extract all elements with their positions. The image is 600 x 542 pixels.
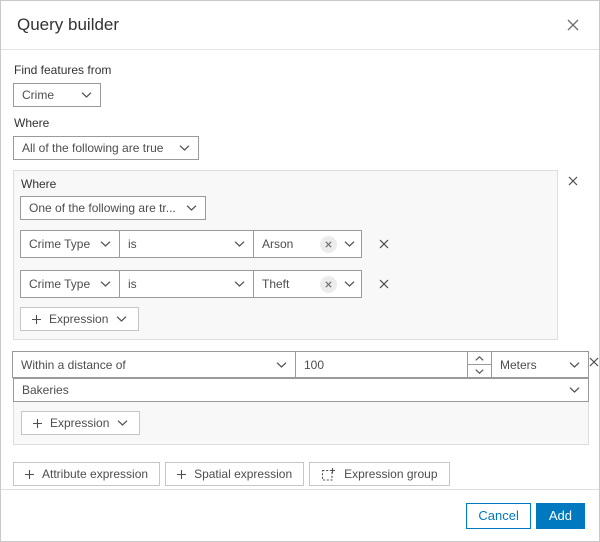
spatial-expression-group: Within a distance of 100 Meters Bakeries… <box>12 351 589 445</box>
plus-icon <box>32 314 41 324</box>
chevron-down-icon <box>234 241 245 247</box>
chevron-down-icon <box>173 145 190 151</box>
cancel-button[interactable]: Cancel <box>466 502 531 529</box>
chevron-down-icon <box>100 281 111 287</box>
chevron-down-icon <box>569 361 580 368</box>
remove-group-icon[interactable] <box>589 357 599 367</box>
group-combine-operator-select[interactable]: One of the following are tr... <box>20 196 206 220</box>
find-features-label: Find features from <box>14 63 112 77</box>
query-builder-dialog: Query builder Find features from Crime W… <box>0 0 600 542</box>
layer-select-value: Crime <box>22 88 54 102</box>
layer-select[interactable]: Crime <box>13 83 101 107</box>
add-expression-button[interactable]: Expression <box>21 411 141 435</box>
target-layer-value: Bakeries <box>22 383 69 397</box>
combine-operator-select[interactable]: All of the following are true <box>13 136 199 160</box>
remove-group-icon[interactable] <box>558 176 587 186</box>
close-icon[interactable] <box>566 18 580 32</box>
plus-icon <box>25 469 34 479</box>
spatial-group-row: Within a distance of 100 Meters Bakeries… <box>12 351 599 445</box>
stepper-down-icon[interactable] <box>468 365 491 377</box>
field-select-value: Crime Type <box>29 237 91 251</box>
remove-expression-icon[interactable] <box>379 239 389 249</box>
dialog-footer: Cancel Add <box>1 489 599 541</box>
operator-select[interactable]: is <box>119 230 254 258</box>
dialog-title: Query builder <box>17 15 120 34</box>
distance-input-wrap <box>295 351 492 378</box>
spatial-expression-label: Spatial expression <box>194 467 293 481</box>
add-expression-label: Expression <box>49 312 109 326</box>
value-select-value: Theft <box>262 277 290 291</box>
chevron-down-icon <box>563 387 580 393</box>
add-expression-button[interactable]: Expression <box>20 307 140 331</box>
distance-input[interactable] <box>296 352 467 377</box>
unit-select[interactable]: Meters <box>491 351 589 378</box>
spatial-expression-row: Within a distance of 100 Meters <box>12 351 589 378</box>
combine-operator-value: All of the following are true <box>22 141 164 155</box>
chevron-down-icon <box>234 281 245 287</box>
spatial-relation-select[interactable]: Within a distance of <box>12 351 296 378</box>
group-where-label: Where <box>21 177 57 191</box>
attribute-expression-group: Where One of the following are tr... Cri… <box>13 170 558 340</box>
unit-select-value: Meters <box>500 357 537 372</box>
expression-row: Crime Type is Theft <box>20 270 551 298</box>
chevron-down-icon <box>117 420 128 426</box>
remove-expression-icon[interactable] <box>379 279 389 289</box>
clear-value-icon[interactable] <box>320 275 337 293</box>
chevron-down-icon <box>75 92 92 98</box>
target-layer-row: Bakeries <box>13 378 589 402</box>
group-combine-operator-value: One of the following are tr... <box>29 201 176 215</box>
plus-icon <box>33 418 42 428</box>
attribute-group-row: Where One of the following are tr... Cri… <box>13 170 587 340</box>
expression-group-icon <box>322 467 336 481</box>
operator-select[interactable]: is <box>119 270 254 298</box>
expression-row: Crime Type is Arson <box>20 230 551 258</box>
expression-group-label: Expression group <box>344 467 438 481</box>
add-attribute-expression-button[interactable]: Attribute expression <box>13 462 161 486</box>
chevron-down-icon <box>276 361 287 368</box>
dialog-body: Find features from Crime Where All of th… <box>1 50 599 489</box>
distance-stepper <box>467 352 491 377</box>
spatial-relation-value: Within a distance of <box>21 357 126 372</box>
dialog-header: Query builder <box>1 1 599 50</box>
chevron-down-icon <box>180 205 197 211</box>
add-button[interactable]: Add <box>535 502 585 529</box>
value-select[interactable]: Theft <box>253 270 362 298</box>
add-spatial-expression-button[interactable]: Spatial expression <box>165 462 305 486</box>
target-layer-select[interactable]: Bakeries <box>13 378 589 402</box>
clear-value-icon[interactable] <box>320 235 337 253</box>
add-expression-label: Expression <box>50 416 110 430</box>
chevron-down-icon <box>116 316 127 322</box>
operator-select-value: is <box>128 237 137 251</box>
field-select[interactable]: Crime Type <box>20 230 120 258</box>
where-label: Where <box>14 116 50 130</box>
chevron-down-icon <box>100 241 111 247</box>
chevron-down-icon <box>344 241 355 247</box>
chevron-down-icon <box>344 281 355 287</box>
expression-toolbar: Attribute expression Spatial expression … <box>13 462 587 486</box>
stepper-up-icon[interactable] <box>468 352 491 365</box>
value-select[interactable]: Arson <box>253 230 362 258</box>
field-select[interactable]: Crime Type <box>20 270 120 298</box>
plus-icon <box>177 469 187 479</box>
value-select-value: Arson <box>262 237 294 251</box>
add-expression-group-button[interactable]: Expression group <box>309 462 450 486</box>
operator-select-value: is <box>128 277 137 291</box>
field-select-value: Crime Type <box>29 277 91 291</box>
attribute-expression-label: Attribute expression <box>42 467 149 481</box>
